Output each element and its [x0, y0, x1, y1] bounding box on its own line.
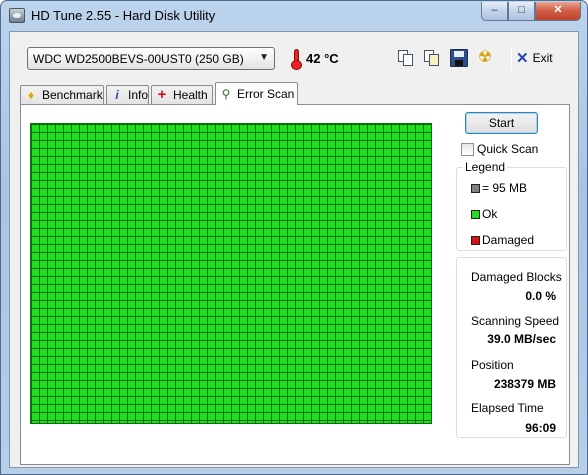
legend-label: Damaged: [482, 233, 535, 247]
tab-label: Error Scan: [237, 87, 295, 101]
tab-info[interactable]: i Info: [106, 85, 149, 104]
scan-block-grid: [30, 123, 432, 424]
legend-item-block-size: = 95 MB: [471, 181, 527, 195]
stats-group: Damaged Blocks 0.0 % Scanning Speed 39.0…: [456, 257, 567, 438]
tab-benchmark[interactable]: ♦ Benchmark: [20, 85, 104, 104]
save-icon[interactable]: [450, 49, 468, 67]
elapsed-time-value: 96:09: [525, 421, 556, 435]
toolbar-separator: [511, 47, 512, 71]
copy-screenshot-icon[interactable]: [423, 49, 441, 67]
hazard-icon[interactable]: ☢: [476, 49, 494, 67]
error-scan-icon: ⚲: [221, 87, 231, 101]
close-button[interactable]: ✕: [535, 2, 581, 21]
drive-select[interactable]: WDC WD2500BEVS-00UST0 (250 GB) ▼: [27, 47, 275, 70]
tab-label: Health: [173, 88, 208, 102]
green-swatch-icon: [471, 209, 480, 219]
elapsed-time-label: Elapsed Time: [471, 401, 544, 415]
window-controls: – □ ✕: [481, 2, 581, 21]
tab-label: Benchmark: [42, 88, 103, 102]
legend-item-ok: Ok: [471, 207, 497, 221]
exit-label: Exit: [532, 51, 553, 65]
start-button[interactable]: Start: [465, 112, 538, 134]
thermometer-icon: [291, 49, 302, 70]
title-bar[interactable]: HD Tune 2.55 - Hard Disk Utility – □ ✕: [1, 1, 587, 31]
damaged-blocks-value: 0.0 %: [525, 289, 556, 303]
hdd-app-icon: [9, 8, 25, 23]
quick-scan-label: Quick Scan: [477, 142, 539, 156]
legend-item-damaged: Damaged: [471, 233, 534, 247]
gray-swatch-icon: [471, 183, 480, 193]
position-label: Position: [471, 358, 514, 372]
temperature-readout: 42 °C: [306, 51, 339, 66]
error-scan-panel: Start Quick Scan Legend = 95 MB Ok Damag…: [20, 104, 570, 465]
health-icon: +: [157, 86, 167, 103]
legend-group: Legend = 95 MB Ok Damaged: [456, 160, 567, 251]
legend-label: Ok: [482, 207, 498, 221]
copy-text-icon[interactable]: [397, 49, 415, 67]
tab-error-scan[interactable]: ⚲ Error Scan: [215, 82, 298, 105]
quick-scan-option[interactable]: Quick Scan: [461, 142, 538, 156]
info-icon: i: [115, 88, 119, 102]
exit-button[interactable]: ✕ Exit: [516, 49, 553, 67]
benchmark-icon: ♦: [27, 88, 35, 102]
chevron-down-icon: ▼: [259, 52, 269, 63]
scanning-speed-value: 39.0 MB/sec: [487, 332, 556, 346]
window-title: HD Tune 2.55 - Hard Disk Utility: [31, 8, 216, 23]
damaged-blocks-label: Damaged Blocks: [471, 270, 562, 284]
position-value: 238379 MB: [493, 377, 556, 391]
drive-select-value: WDC WD2500BEVS-00UST0 (250 GB): [33, 52, 244, 66]
maximize-button[interactable]: □: [508, 2, 535, 21]
tab-health[interactable]: + Health: [151, 85, 213, 104]
legend-title: Legend: [463, 160, 508, 174]
app-window: HD Tune 2.55 - Hard Disk Utility – □ ✕ W…: [0, 0, 588, 475]
scanning-speed-label: Scanning Speed: [471, 314, 560, 328]
minimize-button[interactable]: –: [481, 2, 508, 21]
legend-label: = 95 MB: [482, 181, 528, 195]
exit-icon: ✕: [516, 50, 529, 67]
client-area: WDC WD2500BEVS-00UST0 (250 GB) ▼ 42 °C ☢…: [9, 31, 579, 468]
red-swatch-icon: [471, 235, 480, 245]
tab-label: Info: [127, 88, 148, 102]
quick-scan-checkbox[interactable]: [461, 142, 474, 156]
